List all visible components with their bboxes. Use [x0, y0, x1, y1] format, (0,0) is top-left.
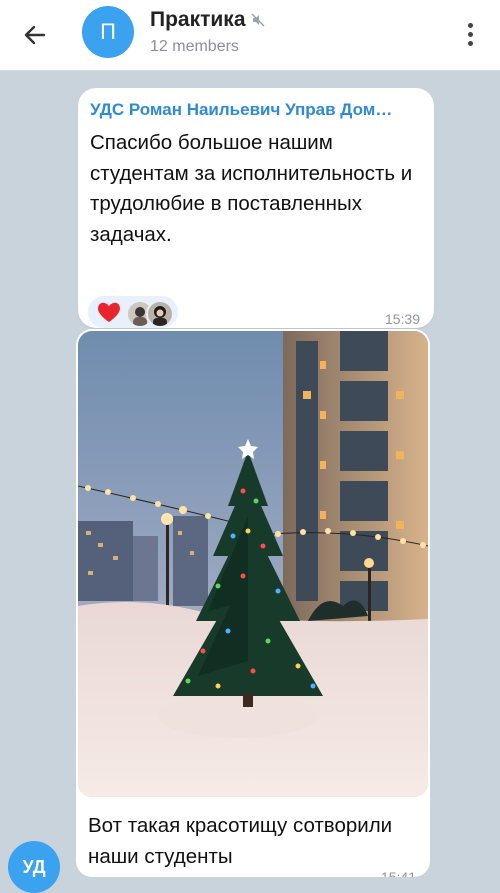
message-time: 15:39: [384, 311, 420, 327]
message-list: УДС Роман Наильевич Управ Дом… Спасибо б…: [0, 71, 500, 893]
reactions-bar[interactable]: [88, 296, 178, 328]
sender-name[interactable]: УДС Роман Наильевич Управ Дом…: [90, 100, 426, 120]
arrow-left-icon: [24, 25, 46, 45]
photo-message-bubble[interactable]: Вот такая красотищу сотворили наши студе…: [76, 329, 430, 877]
photo-caption: Вот такая красотищу сотворили наши студе…: [88, 814, 393, 868]
muted-speaker-icon: [251, 13, 264, 27]
chat-title-row[interactable]: Практика: [150, 8, 265, 32]
chat-title: Практика: [150, 8, 246, 31]
message-time: 15:41: [380, 869, 416, 877]
group-avatar[interactable]: П: [82, 6, 134, 58]
message-text: Спасибо большое нашим студентам за испол…: [90, 131, 413, 246]
heart-icon: [98, 302, 120, 322]
sender-avatar[interactable]: УД: [8, 841, 60, 893]
more-vertical-icon[interactable]: [456, 14, 484, 54]
member-count: 12 members: [150, 38, 239, 55]
avatar: [146, 300, 174, 328]
christmas-tree-photo[interactable]: [78, 331, 428, 797]
chat-header: П Практика 12 members: [0, 0, 500, 71]
back-button[interactable]: [14, 14, 56, 56]
message-bubble[interactable]: УДС Роман Наильевич Управ Дом… Спасибо б…: [78, 88, 434, 328]
